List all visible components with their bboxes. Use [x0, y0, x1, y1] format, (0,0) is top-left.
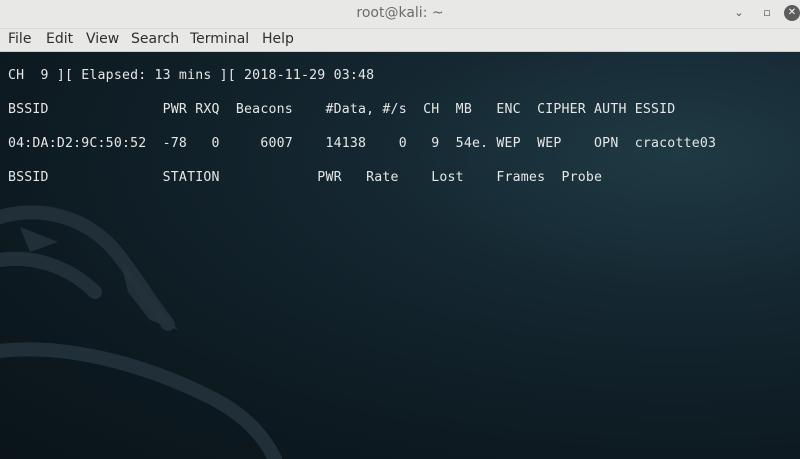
ap-table-header: BSSID PWR RXQ Beacons #Data, #/s CH MB E…: [8, 102, 676, 117]
menu-search[interactable]: Search: [129, 31, 181, 47]
title-bar[interactable]: root@kali: ~ ⌄ ▫ ✕: [0, 0, 800, 29]
menu-terminal[interactable]: Terminal: [188, 31, 251, 47]
menu-help[interactable]: Help: [260, 31, 296, 47]
menu-edit[interactable]: Edit: [44, 31, 75, 47]
menu-view[interactable]: View: [84, 31, 121, 47]
minimize-button[interactable]: ⌄: [731, 5, 747, 21]
maximize-button[interactable]: ▫: [759, 5, 775, 21]
menu-file[interactable]: File: [6, 31, 33, 47]
ap-table-row: 04:DA:D2:9C:50:52 -78 0 6007 14138 0 9 5…: [8, 136, 717, 151]
terminal-area[interactable]: CH 9 ][ Elapsed: 13 mins ][ 2018-11-29 0…: [0, 52, 800, 459]
terminal-window: root@kali: ~ ⌄ ▫ ✕ File Edit View Search…: [0, 0, 800, 459]
window-title: root@kali: ~: [356, 5, 444, 21]
station-table-header: BSSID STATION PWR Rate Lost Frames Probe: [8, 170, 603, 185]
close-button[interactable]: ✕: [784, 5, 800, 21]
status-line: CH 9 ][ Elapsed: 13 mins ][ 2018-11-29 0…: [8, 68, 375, 83]
menu-bar: File Edit View Search Terminal Help: [0, 29, 800, 52]
